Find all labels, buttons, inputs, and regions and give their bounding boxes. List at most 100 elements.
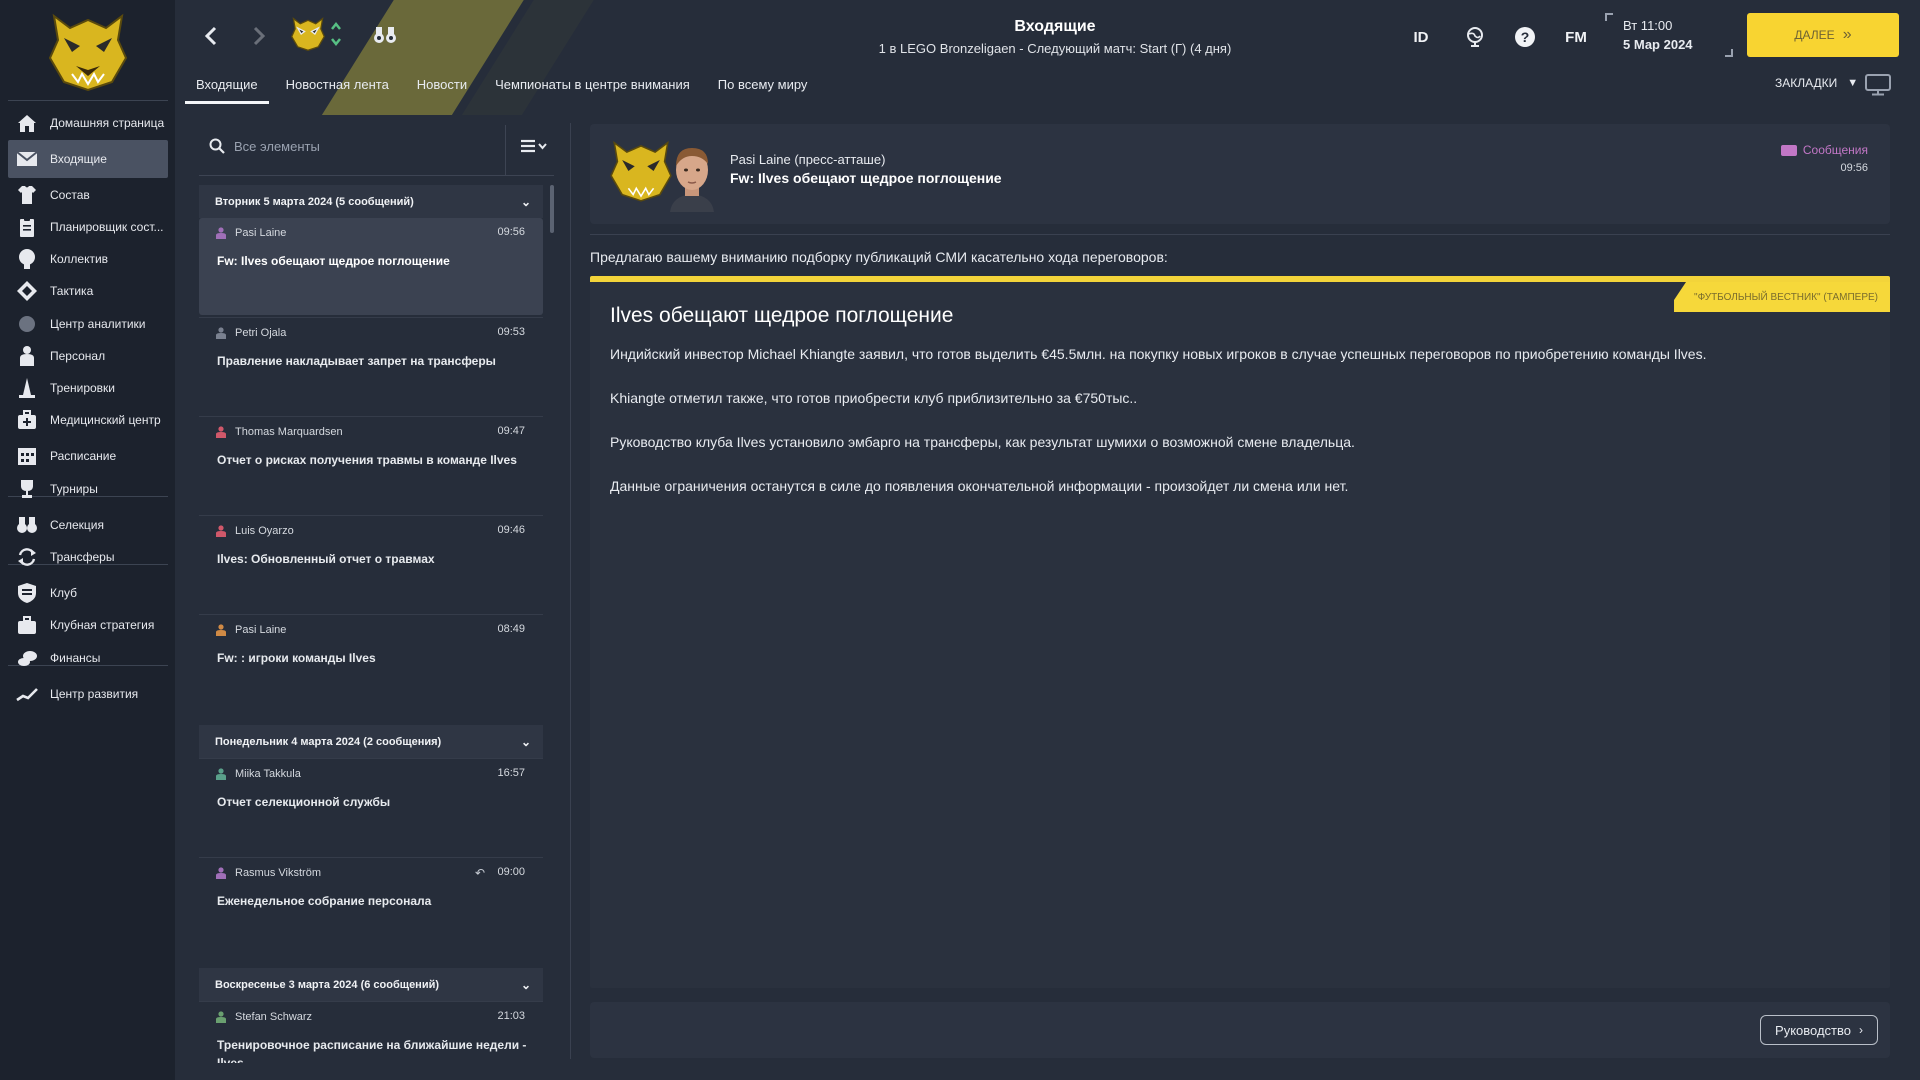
sidebar-item-label: Финансы <box>50 651 101 665</box>
message-list-item[interactable]: Miika Takkula 16:57 Отчет селекционной слу… <box>199 758 543 855</box>
sender-name: Thomas Marquardsen <box>235 426 343 438</box>
message-time: 09:47 <box>497 425 525 437</box>
message-group-header[interactable]: Вторник 5 марта 2024 (5 сообщений) ⌄ <box>199 185 543 218</box>
sidebar-item-label: Турниры <box>50 482 98 496</box>
trophy-icon <box>15 477 39 501</box>
club-logo[interactable] <box>46 10 130 94</box>
tab-2[interactable]: Новости <box>406 72 478 106</box>
binoculars-icon <box>15 513 39 537</box>
message-category-tag[interactable]: Сообщения <box>1780 143 1868 157</box>
message-subject: Fw: Ilves обещают щедрое поглощение <box>217 254 450 268</box>
search-icon <box>209 138 225 154</box>
tab-0[interactable]: Входящие <box>185 72 269 106</box>
double-chevron-right-icon: » <box>1842 26 1852 43</box>
message-group-header[interactable]: Понедельник 4 марта 2024 (2 сообщения) ⌄ <box>199 725 543 758</box>
message-subject: Fw: : игроки команды Ilves <box>217 651 376 665</box>
sidebar-item-transfer[interactable]: Трансферы <box>8 538 168 576</box>
help-button[interactable]: ? <box>1509 22 1541 52</box>
tab-4[interactable]: По всему миру <box>707 72 819 106</box>
club-switch-button[interactable] <box>285 14 347 54</box>
medkit-icon <box>15 408 39 432</box>
continue-button[interactable]: ДАЛЕЕ » <box>1747 13 1899 57</box>
search-input[interactable] <box>234 138 494 154</box>
monitor-icon[interactable] <box>1865 74 1891 96</box>
up-down-icon <box>331 21 341 47</box>
person-icon <box>216 525 226 537</box>
fm-label: FM <box>1565 28 1587 46</box>
message-list-item[interactable]: Petri Ojala 09:53 Правление накладывает за… <box>199 317 543 414</box>
message-list-item[interactable]: Pasi Laine 09:56 Fw: Ilves обещают щедрое … <box>199 218 543 315</box>
globe-button[interactable] <box>1459 22 1491 52</box>
message-sender: Stefan Schwarz <box>215 1011 312 1023</box>
shirt-icon <box>15 183 39 207</box>
message-time: 09:46 <box>497 524 525 536</box>
reply-icon: ↶ <box>474 866 485 880</box>
article-paragraph: Khiangte отметил также, что готов приобр… <box>610 390 1138 406</box>
binoculars-button[interactable] <box>371 24 399 46</box>
sender-name[interactable]: Pasi Laine (пресс-атташе) <box>730 152 885 167</box>
growth-icon <box>15 682 39 706</box>
sidebar-item-label: Трансферы <box>50 550 115 564</box>
list-scrollbar[interactable] <box>550 185 554 233</box>
binoculars-icon <box>374 27 396 43</box>
article-paragraph: Индийский инвестор Michael Khiangte заяв… <box>610 346 1707 362</box>
message-list-item[interactable]: Pasi Laine 08:49 Fw: : игроки команды Ilve… <box>199 614 543 711</box>
sidebar-item-home[interactable]: Домашняя страница <box>8 104 168 142</box>
sender-name: Miika Takkula <box>235 768 301 780</box>
sidebar-item-label: Тренировки <box>50 381 116 395</box>
tab-bar: Входящие Новостная лента Новости Чемпионаты… <box>175 72 818 106</box>
sidebar-item-label: Центр развития <box>50 687 139 701</box>
game-time: Вт 11:00 <box>1623 18 1673 33</box>
sidebar-item-trophy[interactable]: Турниры <box>8 470 168 508</box>
chevron-down-icon: ⌄ <box>520 734 531 749</box>
svg-text:?: ? <box>1521 29 1530 45</box>
back-button[interactable] <box>199 24 223 48</box>
fm-menu-button[interactable]: FM <box>1558 22 1594 52</box>
game-datetime[interactable]: Вт 11:00 5 Мар 2024 <box>1623 16 1693 54</box>
article-paragraph: Руководство клуба Ilves установило эмбар… <box>610 434 1355 450</box>
message-group-header[interactable]: Воскресенье 3 марта 2024 (6 сообщений) ⌄ <box>199 968 543 1001</box>
message-subject: Правление накладывает запрет на трансфер… <box>217 354 496 368</box>
sidebar-item-mail[interactable]: Входящие <box>8 140 168 178</box>
sidebar-item-money[interactable]: Финансы <box>8 639 168 677</box>
article-title: Ilves обещают щедрое поглощение <box>610 304 954 327</box>
message-list-item[interactable]: Rasmus Vikström ↶ 09:00 Еженедельное собран… <box>199 857 543 954</box>
manual-button[interactable]: Руководство › <box>1760 1015 1878 1045</box>
message-time: 09:56 <box>1840 162 1868 174</box>
sidebar-item-label: Персонал <box>50 349 106 363</box>
news-source-badge: "ФУТБОЛЬНЫЙ ВЕСТНИК" (ТАМПЕРЕ) <box>1674 282 1890 312</box>
view-options-button[interactable] <box>519 135 549 157</box>
search-box <box>199 123 509 169</box>
message-time: 09:53 <box>497 326 525 338</box>
cone-icon <box>15 376 39 400</box>
message-list-item[interactable]: Stefan Schwarz 21:03 Тренировочное расписа… <box>199 1001 543 1063</box>
sidebar-item-label: Состав <box>50 188 90 202</box>
sidebar-item-growth[interactable]: Центр развития <box>8 675 168 713</box>
sidebar-item-label: Тактика <box>50 284 94 298</box>
group-title: Понедельник 4 марта 2024 (2 сообщения) <box>215 735 442 748</box>
message-sender: Miika Takkula <box>215 768 301 780</box>
title-block: Входящие 1 в LEGO Bronzeligaen - Следующ… <box>715 18 1395 56</box>
id-button[interactable]: ID <box>1405 22 1437 52</box>
sidebar-item-medkit[interactable]: Медицинский центр <box>8 401 168 439</box>
bookmarks-dropdown[interactable]: ЗАКЛАДКИ ▼ <box>1775 76 1858 90</box>
message-list-item[interactable]: Thomas Marquardsen 09:47 Отчет о рисках по… <box>199 416 543 513</box>
tab-1[interactable]: Новостная лента <box>275 72 400 106</box>
shield-icon <box>15 581 39 605</box>
group-title: Воскресенье 3 марта 2024 (6 сообщений) <box>215 978 440 991</box>
forward-button[interactable] <box>247 24 271 48</box>
message-subject: Fw: Ilves обещают щедрое поглощение <box>730 170 1002 186</box>
message-subject: Отчет селекционной службы <box>217 795 391 809</box>
page-title: Входящие <box>1014 18 1096 35</box>
sender-avatar[interactable] <box>662 140 722 212</box>
person-icon <box>15 344 39 368</box>
message-sender: Pasi Laine <box>215 624 286 636</box>
next-match-subtitle[interactable]: 1 в LEGO Bronzeligaen - Следующий матч: … <box>715 41 1395 56</box>
question-icon: ? <box>1515 27 1535 47</box>
message-list-item[interactable]: Luis Oyarzo 09:46 Ilves: Обновленный отчет… <box>199 515 543 612</box>
tab-3[interactable]: Чемпионаты в центре внимания <box>484 72 701 106</box>
person-icon <box>216 227 226 239</box>
sender-name: Rasmus Vikström <box>235 867 321 879</box>
mail-icon <box>15 147 39 171</box>
message-subject: Ilves: Обновленный отчет о травмах <box>217 552 435 566</box>
